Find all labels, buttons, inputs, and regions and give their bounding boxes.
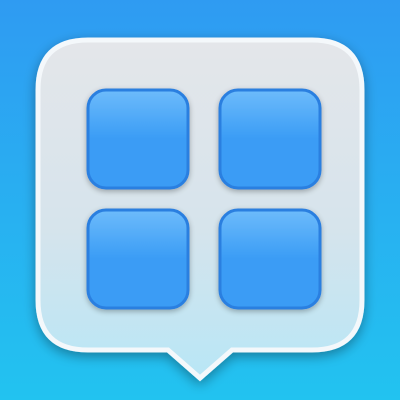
tile-top-left — [86, 88, 190, 190]
app-grid-speech-bubble-icon — [0, 0, 400, 400]
tile-bottom-left — [86, 208, 190, 310]
tile-top-right — [218, 88, 322, 190]
speech-bubble — [35, 37, 365, 382]
tile-bottom-right — [218, 208, 322, 310]
app-icon — [0, 0, 400, 400]
